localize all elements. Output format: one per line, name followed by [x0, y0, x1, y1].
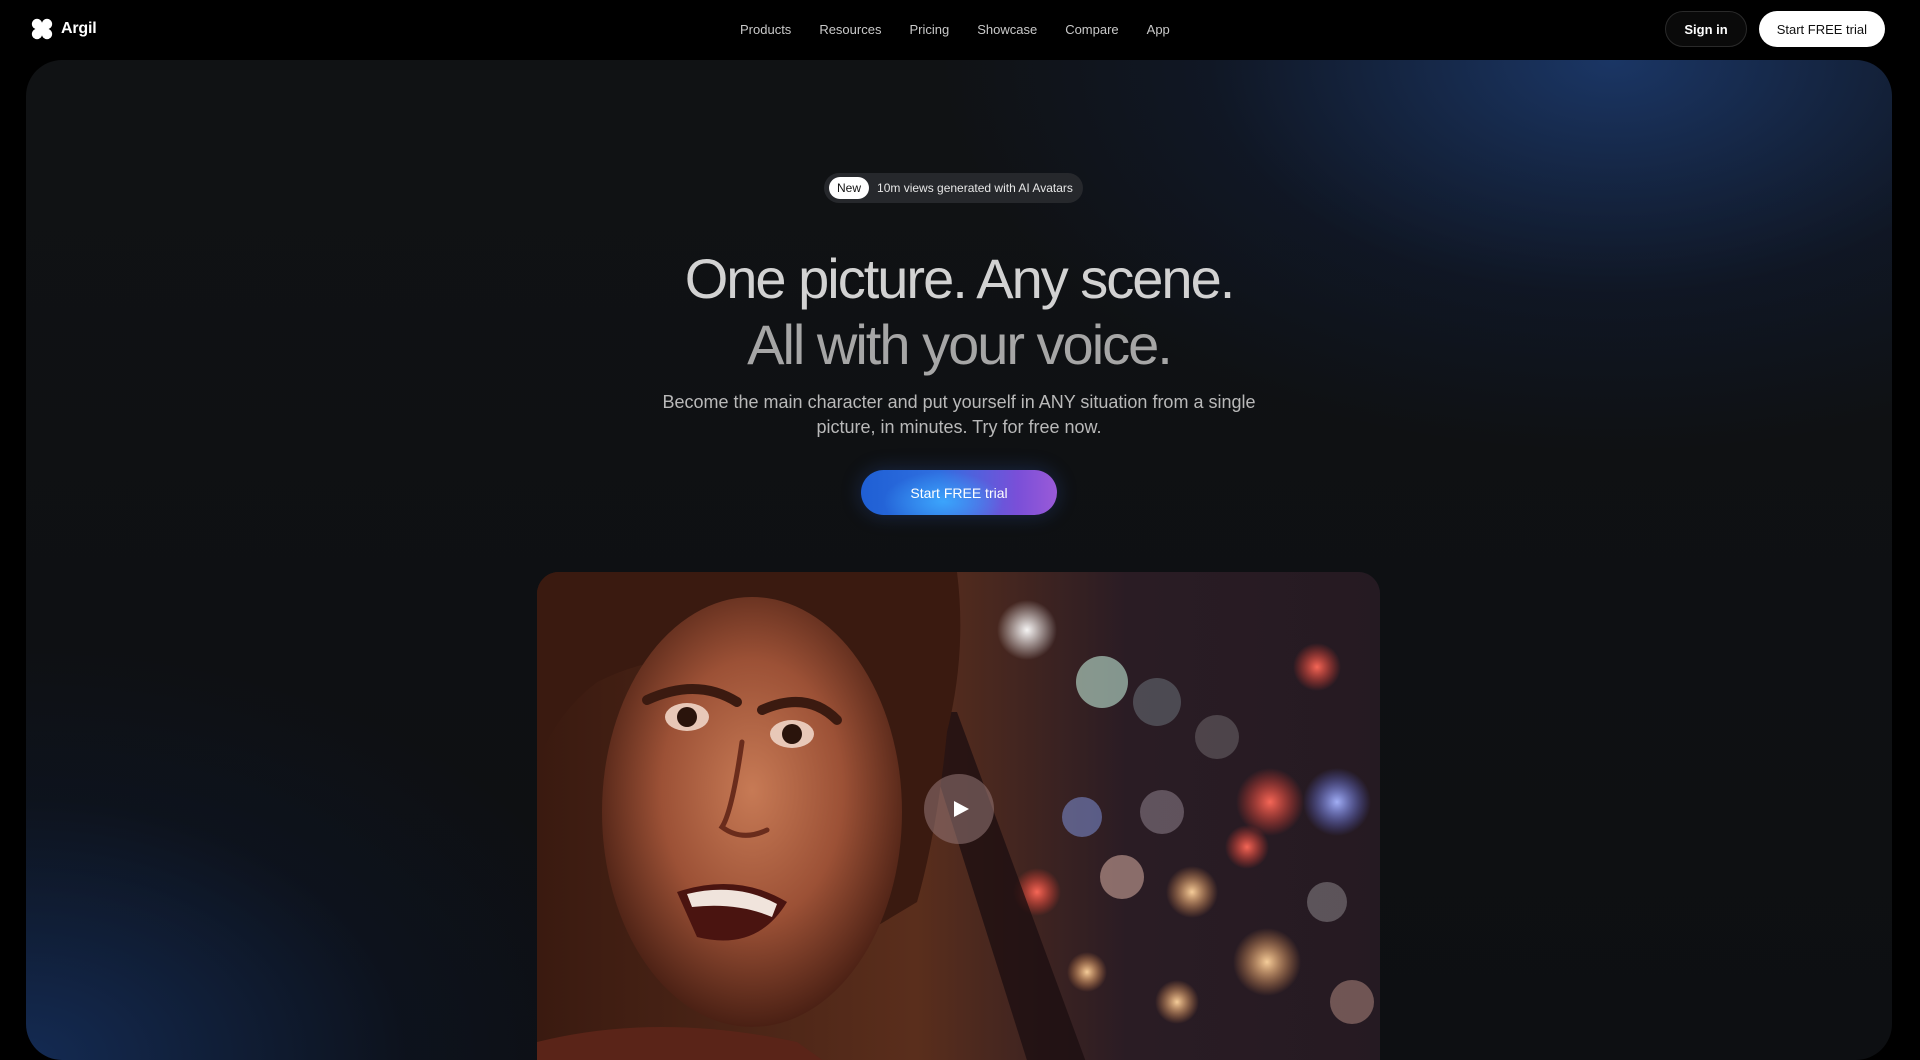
play-button[interactable] — [924, 774, 994, 844]
new-badge-pill: New — [829, 177, 870, 199]
start-trial-hero-button[interactable]: Start FREE trial — [861, 470, 1057, 515]
announcement-text: 10m views generated with AI Avatars — [877, 181, 1073, 195]
play-icon — [953, 801, 969, 817]
demo-video[interactable] — [537, 572, 1380, 1060]
hero-subtitle: Become the main character and put yourse… — [662, 392, 1256, 437]
nav-link-products[interactable]: Products — [740, 22, 791, 37]
top-navigation: Argil Products Resources Pricing Showcas… — [0, 0, 1920, 58]
headline-line-2: All with your voice. — [747, 313, 1173, 376]
brand-name: Argil — [61, 20, 97, 37]
nav-link-compare[interactable]: Compare — [1065, 22, 1118, 37]
argil-logo-icon — [31, 18, 53, 40]
nav-link-app[interactable]: App — [1147, 22, 1170, 37]
hero-section: New 10m views generated with AI Avatars … — [26, 60, 1892, 1060]
start-trial-nav-button[interactable]: Start FREE trial — [1758, 11, 1885, 47]
nav-links: Products Resources Pricing Showcase Comp… — [740, 0, 1170, 58]
headline-line-1: One picture. Any scene. — [684, 247, 1236, 310]
nav-link-showcase[interactable]: Showcase — [977, 22, 1037, 37]
hero-headline: One picture. Any scene. All with your vo… — [26, 246, 1892, 378]
brand-logo[interactable]: Argil — [31, 18, 97, 40]
nav-actions: Sign in Start FREE trial — [1665, 11, 1885, 47]
sign-in-button[interactable]: Sign in — [1665, 11, 1747, 47]
nav-link-pricing[interactable]: Pricing — [909, 22, 949, 37]
announcement-badge[interactable]: New 10m views generated with AI Avatars — [824, 173, 1083, 203]
nav-link-resources[interactable]: Resources — [819, 22, 881, 37]
